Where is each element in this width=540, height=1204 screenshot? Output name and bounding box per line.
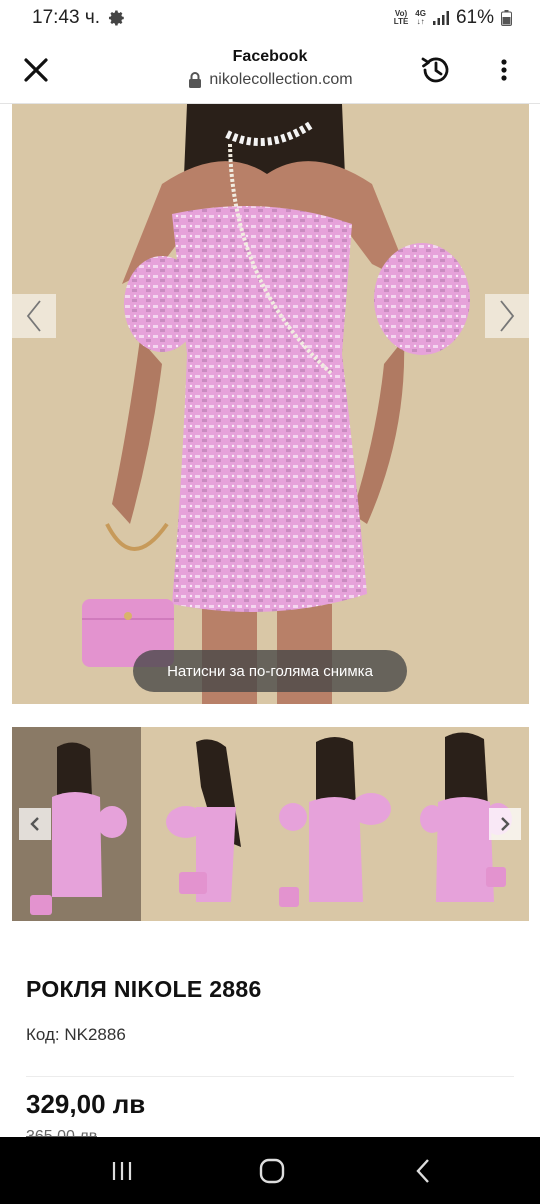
- product-title: РОКЛЯ NIKOLE 2886: [26, 976, 262, 1002]
- more-options-icon[interactable]: [492, 56, 516, 84]
- status-bar: 17:43 ч. Vo) LTE 4G ↓↑ 61%: [0, 0, 540, 36]
- status-indicators: Vo) LTE 4G ↓↑ 61%: [394, 7, 512, 29]
- product-price: 329,00 лв: [26, 1089, 146, 1119]
- thumbnail-strip: [12, 727, 529, 921]
- history-icon[interactable]: [418, 52, 454, 88]
- url-text: nikolecollection.com: [209, 71, 353, 88]
- recent-apps-icon[interactable]: [107, 1157, 137, 1185]
- thumbnail[interactable]: [141, 727, 271, 921]
- chevron-left-icon: [26, 300, 41, 332]
- dress-photo: [12, 104, 529, 704]
- prev-image-button[interactable]: [12, 294, 56, 338]
- battery-percent: 61%: [455, 7, 494, 28]
- home-icon[interactable]: [257, 1157, 287, 1185]
- thumbnail-photo: [166, 739, 242, 902]
- chevron-right-icon: [500, 300, 515, 332]
- product-code: Код: NK2886: [26, 1025, 126, 1044]
- network-gen-indicator: 4G ↓↑: [415, 9, 426, 26]
- volte-indicator: Vo) LTE: [393, 9, 409, 26]
- gear-icon: [108, 10, 124, 26]
- status-time: 17:43 ч.: [32, 7, 101, 28]
- chevron-right-icon: [501, 817, 510, 831]
- next-image-button[interactable]: [485, 294, 529, 338]
- thumbnails-next-button[interactable]: [489, 808, 521, 840]
- url-block[interactable]: Facebook nikolecollection.com: [120, 48, 420, 89]
- lock-icon: [189, 72, 202, 88]
- browser-toolbar: Facebook nikolecollection.com: [0, 36, 540, 104]
- main-product-image[interactable]: [12, 104, 529, 704]
- system-nav-bar: [0, 1137, 540, 1204]
- divider: [26, 1076, 514, 1077]
- thumbnail[interactable]: [270, 727, 400, 921]
- back-icon[interactable]: [409, 1157, 439, 1185]
- thumbnail-photo: [278, 737, 391, 907]
- zoom-hint[interactable]: Натисни за по-голяма снимка: [133, 650, 407, 692]
- url-line: nikolecollection.com: [120, 71, 420, 89]
- battery-icon: [501, 10, 512, 26]
- page-title: Facebook: [232, 48, 308, 65]
- thumbnails-prev-button[interactable]: [19, 808, 51, 840]
- signal-icon: [432, 11, 449, 25]
- close-icon[interactable]: [22, 56, 50, 84]
- chevron-left-icon: [30, 817, 39, 831]
